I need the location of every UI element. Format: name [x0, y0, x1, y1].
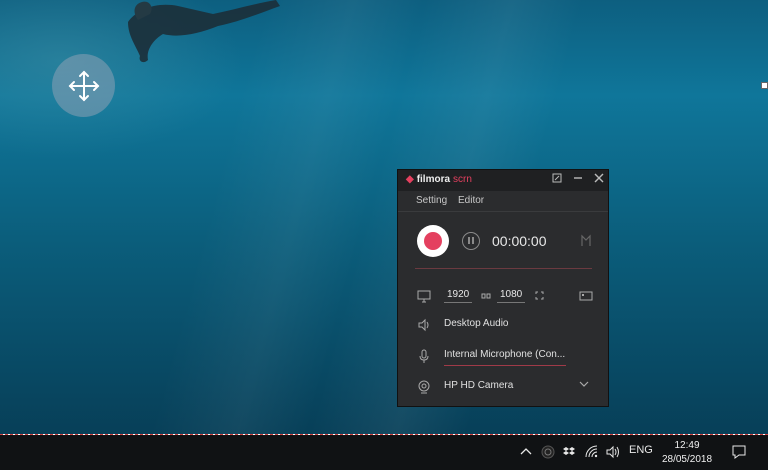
restore-icon: [552, 173, 562, 183]
record-button[interactable]: [417, 225, 449, 257]
speaker-icon: [418, 318, 429, 332]
filmora-drop-icon: ◆: [406, 174, 414, 185]
webcam-icon: [418, 380, 430, 394]
clock-date: 28/05/2018: [661, 454, 713, 465]
menu-setting[interactable]: Setting: [416, 195, 447, 206]
close-icon: [594, 173, 604, 183]
resize-handle-right[interactable]: [761, 82, 768, 89]
tray-app-icon[interactable]: [541, 445, 555, 459]
record-timer: 00:00:00: [492, 233, 547, 249]
chevron-up-icon[interactable]: [520, 446, 532, 458]
menu-bar: Setting Editor: [398, 191, 608, 212]
fullscreen-icon[interactable]: [535, 291, 544, 300]
monitor-icon: [417, 290, 431, 303]
minimize-button[interactable]: [571, 173, 585, 187]
link-aspect-icon[interactable]: [481, 292, 491, 300]
microphone-icon: [419, 349, 429, 363]
chevron-down-icon[interactable]: [579, 379, 589, 389]
desktop-background: [0, 0, 768, 434]
recorder-window: ◆ filmora scrn Setting Editor 00:00:00 1…: [397, 169, 609, 407]
taskbar: ENG 12:49 28/05/2018: [0, 435, 768, 470]
record-dot-icon: [424, 232, 442, 250]
width-input[interactable]: 1920: [444, 289, 473, 303]
language-indicator[interactable]: ENG: [629, 444, 653, 456]
region-select-icon[interactable]: [578, 288, 594, 304]
wifi-icon[interactable]: [584, 444, 600, 460]
filmora-logo: ◆ filmora scrn: [406, 174, 472, 185]
minimize-icon: [574, 177, 582, 179]
notifications-icon[interactable]: [731, 444, 747, 460]
volume-icon[interactable]: [605, 444, 621, 460]
camera-row[interactable]: HP HD Camera: [398, 375, 608, 399]
resolution-row: 1920 1080: [398, 284, 608, 308]
menu-editor[interactable]: Editor: [458, 195, 484, 206]
mic-level-line: [444, 365, 566, 366]
audio-source-label: Desktop Audio: [444, 318, 509, 329]
pause-button[interactable]: [462, 232, 480, 250]
audio-row[interactable]: Desktop Audio: [398, 313, 608, 337]
record-progress-line: [415, 268, 592, 269]
taskbar-clock[interactable]: 12:49 28/05/2018: [657, 439, 717, 467]
microphone-label: Internal Microphone (Con...: [444, 349, 566, 360]
close-button[interactable]: [592, 173, 606, 187]
marker-icon[interactable]: [579, 234, 593, 248]
move-arrows-icon: [68, 70, 99, 101]
move-handle-button[interactable]: [52, 54, 115, 117]
restore-button[interactable]: [550, 173, 564, 187]
dropbox-icon[interactable]: [562, 445, 576, 459]
clock-time: 12:49: [674, 440, 700, 451]
light-rays: [0, 0, 768, 434]
height-input[interactable]: 1080: [497, 289, 526, 303]
title-bar[interactable]: ◆ filmora scrn: [398, 170, 608, 191]
swimmer-image: [128, 0, 280, 63]
camera-label: HP HD Camera: [444, 380, 514, 391]
